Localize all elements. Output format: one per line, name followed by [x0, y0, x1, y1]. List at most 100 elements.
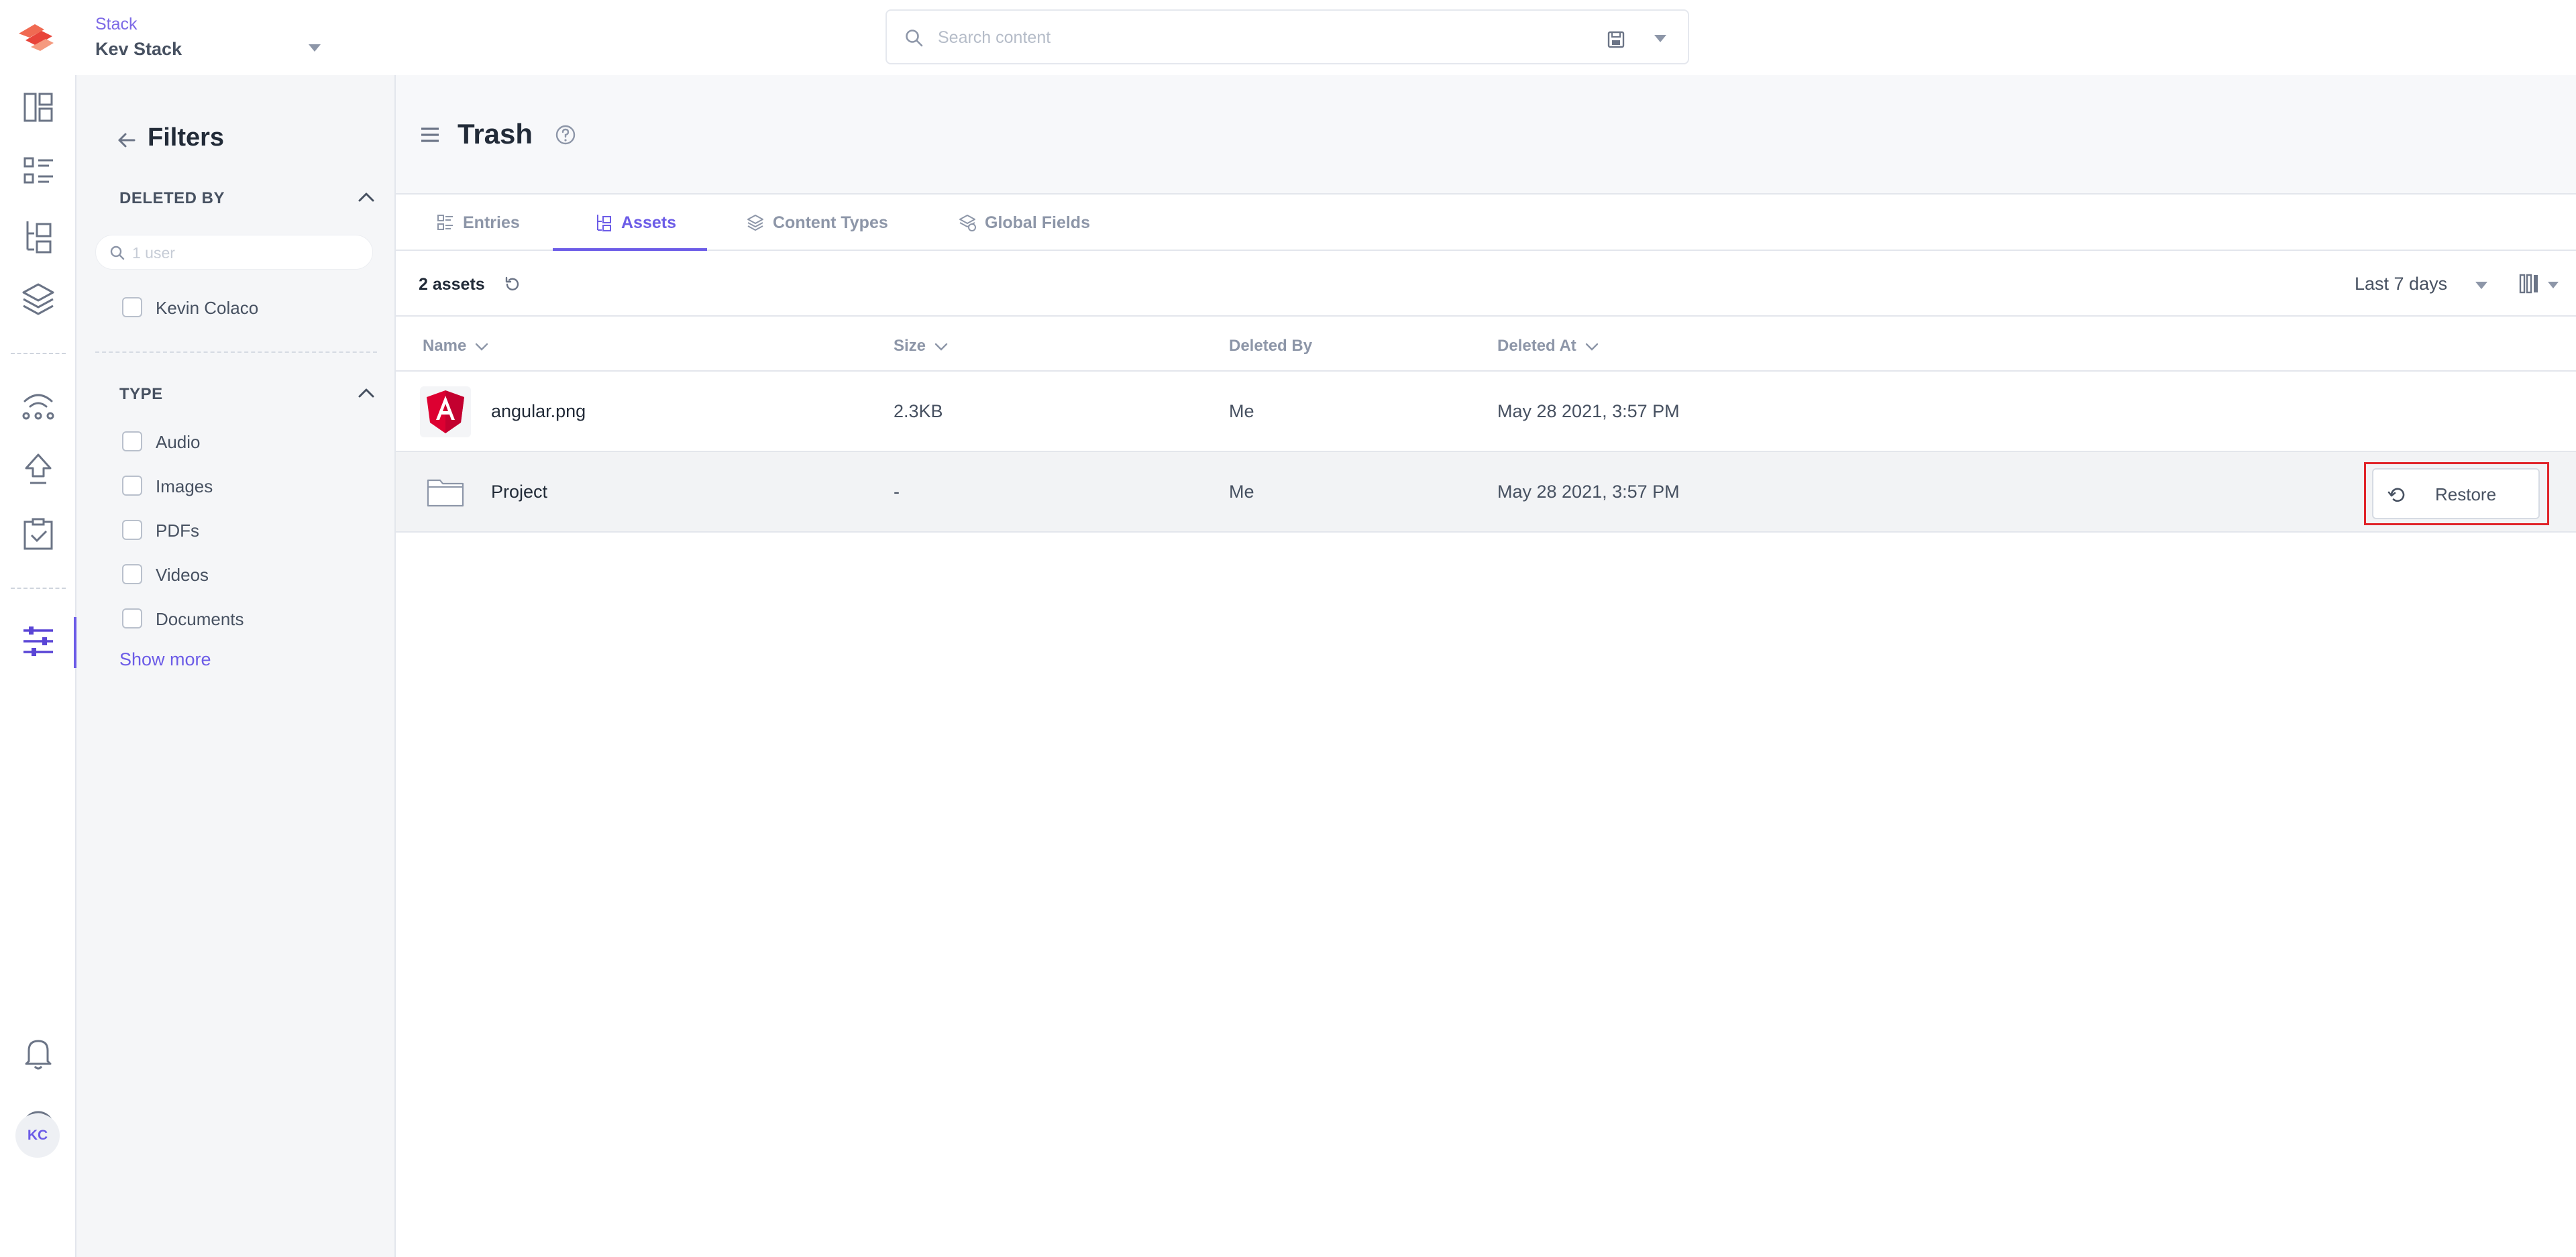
dashboard-icon[interactable]: [19, 89, 57, 126]
search-options-caret-icon[interactable]: [1654, 35, 1666, 42]
user-search: [95, 235, 373, 270]
tasks-icon[interactable]: [19, 515, 57, 553]
assets-icon: [597, 215, 611, 231]
row-size: 2.3KB: [894, 401, 943, 421]
tab-entries[interactable]: Entries: [436, 195, 557, 251]
date-range-caret-icon[interactable]: [2475, 282, 2487, 289]
filter-divider: [95, 351, 377, 353]
refresh-icon[interactable]: [503, 275, 522, 294]
type-label: Images: [156, 476, 213, 496]
column-header-deleted-at[interactable]: Deleted At: [1497, 337, 1599, 356]
tab-label: Content Types: [773, 213, 888, 232]
type-checkbox-images[interactable]: Images: [122, 474, 323, 498]
user-label: Kevin Colaco: [156, 298, 259, 318]
show-more-link[interactable]: Show more: [119, 649, 211, 670]
releases-icon[interactable]: [19, 386, 57, 424]
rail-divider: [11, 353, 66, 354]
column-header-size[interactable]: Size: [894, 337, 949, 356]
type-checkbox-audio[interactable]: Audio: [122, 429, 323, 453]
column-header-label: Name: [423, 337, 467, 355]
user-checkbox-kevin-colaco[interactable]: Kevin Colaco: [122, 295, 364, 319]
type-heading: TYPE: [119, 385, 163, 403]
settings-icon[interactable]: [19, 622, 57, 660]
tab-label: Entries: [463, 213, 520, 232]
sort-chevron-icon: [1585, 343, 1598, 351]
column-settings-icon[interactable]: [2518, 272, 2542, 295]
restore-icon: [2387, 488, 2405, 502]
deleted-by-heading: DELETED BY: [119, 189, 225, 207]
restore-label: Restore: [2435, 484, 2497, 504]
type-checkbox-videos[interactable]: Videos: [122, 562, 323, 586]
search-icon: [906, 30, 923, 47]
tab-content-types[interactable]: Content Types: [746, 195, 907, 251]
checkbox[interactable]: [122, 520, 142, 540]
sort-chevron-icon: [476, 343, 488, 351]
checkbox[interactable]: [122, 297, 142, 317]
back-arrow-icon[interactable]: [115, 129, 138, 152]
filters-title: Filters: [148, 123, 225, 152]
content-models-icon[interactable]: [19, 280, 57, 318]
type-checkbox-documents[interactable]: Documents: [122, 606, 323, 631]
tab-global-fields[interactable]: Global Fields: [958, 195, 1119, 251]
tab-assets[interactable]: Assets: [594, 195, 715, 251]
chevron-up-icon[interactable]: [356, 382, 377, 404]
search-icon: [110, 245, 125, 260]
page-header: Trash: [396, 75, 2576, 195]
row-name: Project: [491, 482, 548, 502]
entries-icon: [437, 215, 453, 230]
restore-button[interactable]: Restore: [2372, 468, 2540, 519]
row-deleted-at: May 28 2021, 3:57 PM: [1497, 401, 1680, 421]
chevron-up-icon[interactable]: [356, 186, 377, 208]
column-header-label: Size: [894, 337, 926, 355]
checkbox[interactable]: [122, 564, 142, 584]
table-row[interactable]: Project - Me May 28 2021, 3:57 PM: [396, 452, 2576, 533]
publish-queue-icon[interactable]: [19, 451, 57, 488]
checkbox[interactable]: [122, 608, 142, 628]
user-search-input[interactable]: [132, 241, 360, 265]
type-label: Videos: [156, 565, 209, 585]
saved-search-icon[interactable]: [1606, 30, 1626, 50]
hamburger-menu-icon[interactable]: [419, 123, 441, 146]
row-deleted-at: May 28 2021, 3:57 PM: [1497, 482, 1680, 502]
date-range-select[interactable]: Last 7 days: [2355, 274, 2447, 294]
type-checkbox-pdfs[interactable]: PDFs: [122, 518, 323, 542]
tab-label: Global Fields: [985, 213, 1090, 232]
type-label: Documents: [156, 609, 244, 629]
type-label: Audio: [156, 432, 201, 452]
stack-caret-icon: [309, 44, 321, 52]
help-circle-icon[interactable]: [554, 123, 577, 146]
column-header-label: Deleted At: [1497, 337, 1576, 355]
left-nav-rail: KC: [0, 75, 76, 1257]
search-box: [885, 9, 1689, 64]
stack-name: Kev Stack: [95, 39, 182, 59]
main-content: Trash Entries Assets Content Types Globa…: [396, 75, 2576, 1257]
stack-switcher[interactable]: Stack Kev Stack: [95, 12, 323, 66]
stack-caption: Stack: [95, 15, 138, 34]
sort-chevron-icon: [934, 343, 948, 351]
table-row[interactable]: angular.png 2.3KB Me May 28 2021, 3:57 P…: [396, 372, 2576, 452]
angular-logo-icon: [420, 386, 471, 437]
top-bar: Stack Kev Stack: [0, 0, 2576, 75]
row-deleted-by: Me: [1229, 482, 1254, 502]
trash-tabs: Entries Assets Content Types Global Fiel…: [396, 195, 2576, 251]
search-input[interactable]: [938, 21, 1542, 54]
column-settings-caret-icon[interactable]: [2548, 282, 2559, 288]
column-header-name[interactable]: Name: [423, 337, 489, 356]
column-header-deleted-by: Deleted By: [1229, 337, 1313, 355]
row-name: angular.png: [491, 401, 586, 421]
avatar[interactable]: KC: [15, 1113, 60, 1158]
contentstack-logo-icon[interactable]: [15, 19, 58, 56]
entries-icon[interactable]: [19, 153, 57, 190]
list-toolbar: 2 assets Last 7 days: [396, 251, 2576, 317]
notifications-icon[interactable]: [19, 1034, 57, 1072]
tab-label: Assets: [621, 213, 676, 232]
checkbox[interactable]: [122, 476, 142, 496]
checkbox[interactable]: [122, 431, 142, 451]
assets-icon[interactable]: [19, 217, 57, 255]
content-types-icon: [747, 215, 763, 231]
type-label: PDFs: [156, 521, 199, 541]
rail-divider: [11, 588, 66, 589]
folder-icon: [427, 479, 464, 507]
asset-count: 2 assets: [419, 275, 485, 294]
global-fields-icon: [959, 215, 976, 231]
